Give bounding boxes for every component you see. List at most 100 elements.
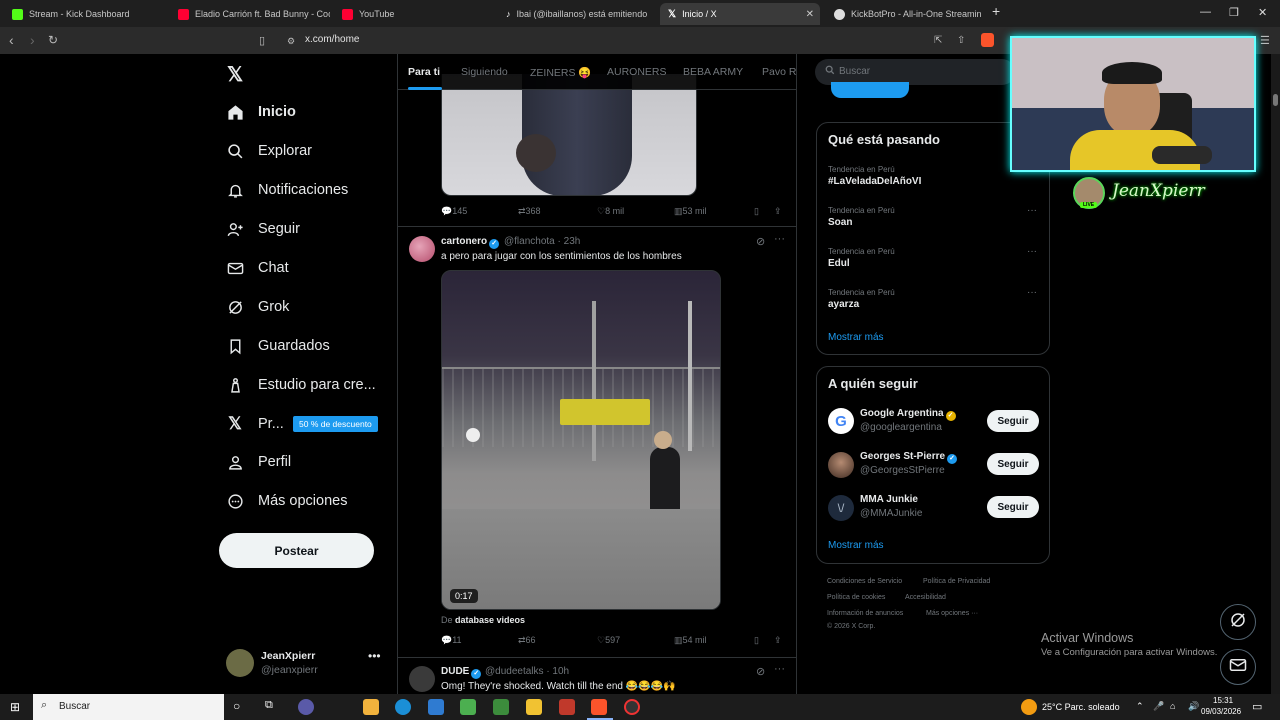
sidebar-item-chat[interactable]: Chat [226, 256, 289, 280]
follow-name[interactable]: Georges St-Pierre ✓ [860, 451, 958, 464]
grok-icon[interactable]: ⊘ [756, 235, 765, 248]
bookmark-icon[interactable]: ▯ [754, 206, 759, 217]
avatar[interactable] [409, 236, 435, 262]
like-button[interactable]: ♡ 597 [597, 635, 620, 646]
footer-link[interactable]: Más opciones ··· [926, 610, 978, 617]
tab-tiktok-ibai[interactable]: ♪ Ibai (@ibaillanos) está emitiendo [498, 3, 648, 25]
app-icon[interactable] [559, 699, 575, 715]
mma-junkie-logo-icon[interactable]: \/ [828, 495, 854, 521]
tab-zeiners[interactable]: ZEINERS 😝 [530, 66, 592, 79]
tab-youtube[interactable]: YouTube [334, 3, 484, 25]
weather-text[interactable]: 25°C Parc. soleado [1042, 702, 1120, 712]
minimize-icon[interactable]: — [1200, 6, 1211, 18]
app-icon[interactable] [298, 699, 314, 715]
reply-button[interactable]: 💬 11 [441, 635, 462, 646]
edge-icon[interactable] [395, 699, 411, 715]
taskbar-search[interactable]: ⌕ Buscar [33, 694, 224, 720]
bookmark-page-icon[interactable]: ▯ [259, 34, 265, 47]
close-window-icon[interactable]: ✕ [1258, 6, 1267, 19]
tab-kickbotpro[interactable]: KickBotPro - All-in-One Streaming To [826, 3, 981, 25]
restore-icon[interactable]: ❐ [1229, 6, 1239, 19]
repost-button[interactable]: ⇄ 66 [518, 635, 536, 646]
url-field[interactable]: x.com/home [305, 34, 359, 45]
post-button[interactable]: Postear [219, 533, 374, 568]
brave-shield-icon[interactable] [981, 33, 994, 47]
avatar[interactable] [409, 666, 435, 692]
tweet-author[interactable]: DUDE ✓ [441, 666, 482, 679]
share-icon[interactable]: ⇧ [957, 35, 965, 46]
trend-item[interactable]: #LaVeladaDelAñoVI [828, 176, 921, 187]
tab-auroners[interactable]: AURONERS [607, 66, 667, 78]
show-more-trends-link[interactable]: Mostrar más [828, 332, 884, 343]
clock-time[interactable]: 15:31 [1213, 696, 1233, 705]
page-scrollbar[interactable] [1271, 54, 1280, 694]
task-view-icon[interactable]: ⧉ [265, 699, 273, 712]
forward-icon[interactable]: › [30, 32, 35, 48]
sidebar-item-guardados[interactable]: Guardados [226, 334, 330, 358]
footer-link[interactable]: Condiciones de Servicio [827, 578, 902, 585]
open-external-icon[interactable]: ⇱ [934, 35, 942, 46]
clock-date[interactable]: 09/03/2026 [1201, 707, 1241, 716]
obs-icon[interactable] [624, 699, 640, 715]
follow-name[interactable]: MMA Junkie [860, 494, 918, 505]
footer-link[interactable]: Accesibilidad [905, 594, 946, 601]
discount-badge[interactable]: 50 % de descuento [293, 416, 378, 432]
nvidia-icon[interactable] [460, 699, 476, 715]
x-logo-icon[interactable]: 𝕏 [227, 62, 243, 87]
previous-tweet-image[interactable] [441, 74, 697, 196]
follow-name[interactable]: Google Argentina ✓ [860, 408, 956, 421]
network-icon[interactable]: ⌂ [1170, 701, 1175, 711]
sidebar-item-grok[interactable]: Grok [226, 295, 289, 319]
footer-link[interactable]: Información de anuncios [827, 610, 903, 617]
tab-youtube-song[interactable]: Eladio Carrión ft. Bad Bunny - Coco C [170, 3, 330, 25]
more-dots-icon[interactable]: ••• [368, 649, 381, 663]
more-dots-icon[interactable]: ··· [1027, 287, 1037, 298]
tab-pavo[interactable]: Pavo Ra [762, 66, 796, 78]
more-dots-icon[interactable]: ··· [774, 663, 785, 675]
menu-icon[interactable]: ☰ [1260, 34, 1270, 47]
follow-button[interactable]: Seguir [987, 496, 1039, 518]
windows-start-icon[interactable]: ⊞ [10, 700, 20, 714]
author-handle[interactable]: @dudeetalks [485, 666, 544, 677]
sidebar-item-perfil[interactable]: Perfil [226, 450, 291, 474]
tweet-time[interactable]: · 10h [546, 666, 569, 677]
new-tab-icon[interactable]: + [992, 3, 1000, 19]
notification-icon[interactable]: ▭ [1252, 700, 1262, 713]
more-dots-icon[interactable]: ··· [1027, 246, 1037, 257]
tab-siguiendo[interactable]: Siguiendo [461, 66, 508, 78]
weather-icon[interactable] [1021, 699, 1037, 715]
author-handle[interactable]: @flanchota [504, 236, 555, 247]
views-button[interactable]: ▥ 53 mil [674, 206, 707, 217]
cortana-icon[interactable]: ○ [233, 699, 240, 713]
trend-item[interactable]: ayarza [828, 299, 859, 310]
source-link[interactable]: database videos [455, 615, 525, 625]
reload-icon[interactable]: ↻ [48, 33, 58, 47]
excel-icon[interactable] [493, 699, 509, 715]
bookmark-icon[interactable]: ▯ [754, 635, 759, 646]
avatar[interactable] [828, 452, 854, 478]
views-button[interactable]: ▥ 54 mil [674, 635, 707, 646]
share-icon[interactable]: ⇪ [774, 635, 782, 646]
sidebar-item-mas-opciones[interactable]: Más opciones [226, 489, 347, 513]
grok-fab[interactable] [1220, 604, 1256, 640]
tab-kick-dashboard[interactable]: Stream - Kick Dashboard [4, 3, 169, 25]
tweet-time[interactable]: · 23h [558, 236, 581, 247]
follow-button[interactable]: Seguir [987, 410, 1039, 432]
more-dots-icon[interactable]: ··· [774, 233, 785, 245]
brave-icon[interactable] [591, 699, 607, 715]
tab-beba-army[interactable]: BEBA ARMY [683, 66, 743, 78]
trend-item[interactable]: Edul [828, 258, 850, 269]
mic-icon[interactable]: 🎤 [1153, 701, 1164, 712]
tweet-video[interactable]: 0:17 [441, 270, 721, 610]
subscribe-button-partial[interactable] [831, 82, 909, 98]
sidebar-item-inicio[interactable]: Inicio [226, 100, 296, 124]
reply-button[interactable]: 💬 145 [441, 206, 467, 217]
volume-icon[interactable]: 🔊 [1188, 701, 1199, 712]
like-button[interactable]: ♡ 8 mil [597, 206, 624, 217]
scrollbar-thumb[interactable] [1273, 94, 1278, 106]
tab-para-ti[interactable]: Para ti [408, 66, 440, 78]
footer-link[interactable]: Política de cookies [827, 594, 885, 601]
close-icon[interactable]: ✕ [806, 9, 814, 20]
back-icon[interactable]: ‹ [9, 32, 14, 48]
sidebar-item-explorar[interactable]: Explorar [226, 139, 312, 163]
